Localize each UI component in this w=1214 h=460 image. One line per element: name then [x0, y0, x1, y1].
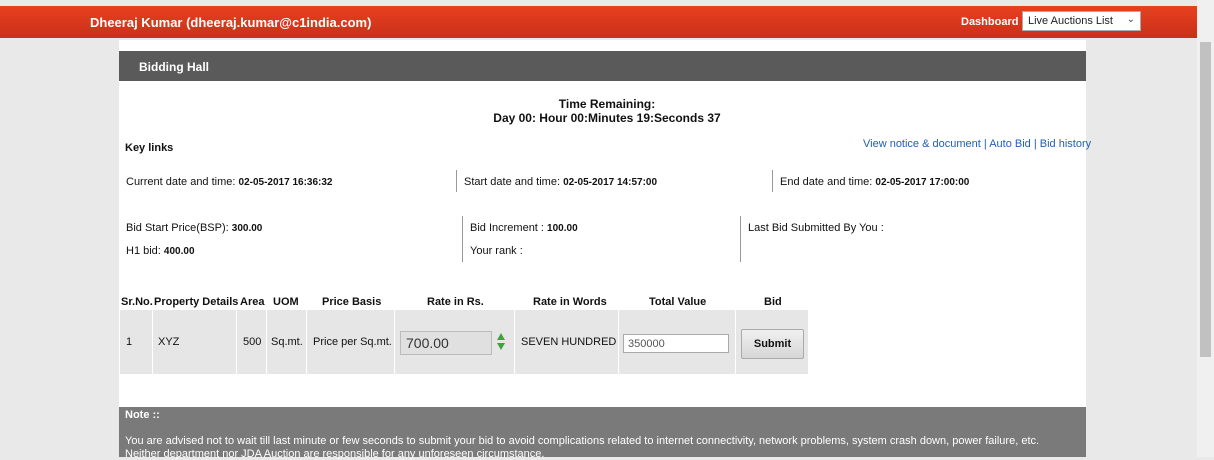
increment-value: 100.00: [547, 223, 578, 234]
key-links-heading: Key links: [125, 142, 174, 154]
col-header-rate-words: Rate in Words: [533, 296, 607, 308]
note-title: Note ::: [125, 409, 160, 421]
col-header-property: Property Details: [154, 296, 239, 308]
current-datetime-value: 02-05-2017 16:36:32: [238, 177, 333, 188]
row-uom: Sq.mt.: [271, 336, 303, 348]
row-rate-words: SEVEN HUNDRED: [521, 336, 617, 348]
spinner-down-icon[interactable]: [497, 343, 505, 350]
spinner-up-icon[interactable]: [497, 333, 505, 340]
bsp-value: 300.00: [231, 223, 263, 234]
divider: [740, 216, 741, 262]
page-title: Bidding Hall: [139, 60, 209, 74]
total-value-field[interactable]: 350000: [623, 334, 729, 353]
bid-start-price: Bid Start Price(BSP): 300.00: [126, 222, 262, 234]
table-cell: [120, 310, 153, 374]
bsp-label: Bid Start Price(BSP):: [126, 222, 229, 234]
start-datetime-label: Start date and time:: [464, 176, 560, 188]
col-header-uom: UOM: [273, 296, 299, 308]
col-header-total-value: Total Value: [649, 296, 707, 308]
bid-history-link[interactable]: Bid history: [1040, 138, 1091, 150]
submit-button[interactable]: Submit: [741, 329, 804, 359]
divider: [456, 170, 457, 192]
h1-bid: H1 bid: 400.00: [126, 245, 195, 257]
chevron-down-icon: ⌄: [1126, 14, 1135, 25]
user-name: Dheeraj Kumar (dheeraj.kumar@c1india.com…: [90, 15, 372, 30]
col-header-area: Area: [240, 296, 265, 308]
key-links: View notice & document | Auto Bid | Bid …: [863, 138, 1091, 150]
time-remaining-label: Time Remaining:: [558, 97, 656, 111]
rate-input[interactable]: 700.00: [400, 331, 492, 355]
note-line-1: You are advised not to wait till last mi…: [125, 435, 1040, 447]
end-datetime-label: End date and time:: [780, 176, 873, 188]
start-datetime: Start date and time: 02-05-2017 14:57:00: [464, 176, 657, 188]
row-area: 500: [243, 336, 262, 348]
time-remaining-value: Day 00: Hour 00:Minutes 19:Seconds 37: [493, 111, 721, 125]
end-datetime: End date and time: 02-05-2017 17:00:00: [780, 176, 969, 188]
row-property: XYZ: [158, 336, 180, 348]
divider: [772, 170, 773, 192]
vertical-scrollbar[interactable]: [1197, 0, 1214, 457]
col-header-srno: Sr.No.: [121, 296, 153, 308]
end-datetime-value: 02-05-2017 17:00:00: [875, 177, 970, 188]
last-bid-label: Last Bid Submitted By You :: [748, 222, 884, 234]
bid-increment: Bid Increment : 100.00: [470, 222, 578, 234]
note-section: Note :: You are advised not to wait till…: [119, 407, 1086, 460]
link-separator: |: [1030, 138, 1040, 150]
col-header-price-basis: Price Basis: [322, 296, 382, 308]
col-header-rate: Rate in Rs.: [427, 296, 484, 308]
auto-bid-link[interactable]: Auto Bid: [989, 138, 1031, 150]
h1-label: H1 bid:: [126, 245, 161, 257]
link-separator: |: [980, 138, 990, 150]
your-rank-label: Your rank :: [470, 245, 523, 257]
row-price-basis: Price per Sq.mt.: [313, 336, 392, 348]
view-notice-link[interactable]: View notice & document: [863, 138, 981, 150]
top-bar: Dheeraj Kumar (dheeraj.kumar@c1india.com…: [0, 6, 1197, 38]
h1-value: 400.00: [163, 246, 195, 257]
select-value: Live Auctions List: [1028, 15, 1113, 27]
start-datetime-value: 02-05-2017 14:57:00: [563, 177, 658, 188]
scrollbar-thumb[interactable]: [1200, 42, 1211, 357]
note-line-2: Neither department nor JDA Auction are r…: [125, 448, 545, 460]
increment-label: Bid Increment :: [470, 222, 544, 234]
bidding-hall-bar: Bidding Hall: [119, 51, 1086, 81]
current-datetime: Current date and time: 02-05-2017 16:36:…: [126, 176, 332, 188]
col-header-bid: Bid: [764, 296, 782, 308]
auction-list-select[interactable]: Live Auctions List ⌄: [1022, 11, 1141, 31]
row-srno: 1: [126, 336, 133, 348]
current-datetime-label: Current date and time:: [126, 176, 236, 188]
dashboard-link[interactable]: Dashboard: [961, 16, 1018, 28]
divider: [462, 216, 463, 262]
